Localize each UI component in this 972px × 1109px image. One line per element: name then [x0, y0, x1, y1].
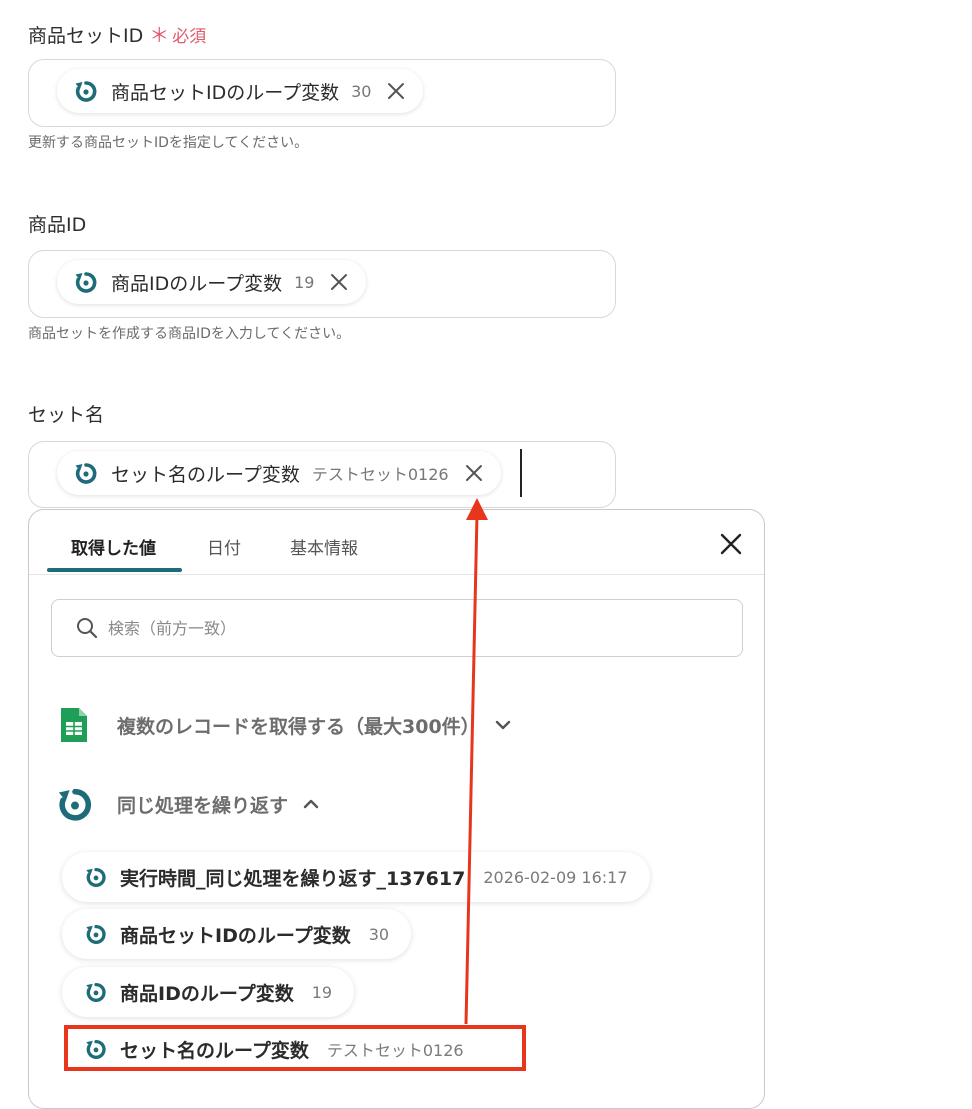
group-get-records[interactable]: 複数のレコードを取得する（最大300件）	[59, 706, 512, 744]
loop-icon	[73, 78, 99, 104]
item-value: 2026-02-09 16:17	[483, 867, 628, 887]
set-id-input[interactable]: 商品セットIDのループ変数 30	[28, 59, 616, 127]
panel-tabs: 取得した値 日付 基本情報	[29, 510, 764, 575]
chip-value: 30	[351, 81, 372, 101]
remove-chip-icon[interactable]	[328, 271, 350, 293]
loop-icon	[73, 460, 99, 486]
item-name: 商品IDのループ変数	[120, 982, 294, 1005]
loop-icon	[73, 269, 99, 295]
chip-name: 商品セットIDのループ変数	[111, 81, 340, 104]
item-name: 実行時間_同じ処理を繰り返す_137617	[120, 867, 466, 890]
item-value: 30	[368, 924, 390, 944]
product-id-input[interactable]: 商品IDのループ変数 19	[28, 250, 616, 318]
loop-icon	[84, 865, 108, 889]
list-item[interactable]: 商品セットIDのループ変数 30	[62, 909, 412, 959]
remove-chip-icon[interactable]	[385, 80, 407, 102]
chip-value: テストセット0126	[311, 465, 449, 484]
list-item[interactable]: 実行時間_同じ処理を繰り返す_137617 2026-02-09 16:17	[62, 852, 650, 902]
chip-name: セット名のループ変数	[111, 463, 300, 486]
search-input[interactable]	[106, 617, 710, 639]
spreadsheet-icon	[59, 706, 89, 744]
remove-chip-icon[interactable]	[463, 462, 485, 484]
required-asterisk: ＊	[149, 23, 170, 47]
group-label: 複数のレコードを取得する（最大300件）	[117, 715, 480, 738]
required-text: 必須	[172, 27, 207, 47]
product-id-help: 商品セットを作成する商品IDを入力してください。	[28, 326, 351, 342]
text-caret	[520, 449, 522, 497]
set-name-chip[interactable]: セット名のループ変数 テストセット0126	[57, 451, 501, 495]
tab-basic-info[interactable]: 基本情報	[290, 534, 358, 559]
tab-acquired-values[interactable]: 取得した値	[71, 534, 156, 559]
chevron-up-icon[interactable]	[302, 795, 320, 813]
chip-value: 19	[294, 272, 315, 292]
set-name-label: セット名	[28, 404, 105, 426]
search-box[interactable]	[51, 599, 743, 657]
item-value: 19	[311, 982, 333, 1002]
close-icon[interactable]	[719, 532, 743, 556]
loop-icon	[55, 784, 95, 824]
set-name-input[interactable]: セット名のループ変数 テストセット0126	[28, 441, 616, 508]
product-id-chip[interactable]: 商品IDのループ変数 19	[57, 260, 367, 304]
loop-icon	[84, 922, 108, 946]
set-id-label: 商品セットID ＊必須	[28, 19, 206, 48]
search-icon	[76, 617, 98, 639]
list-item[interactable]: 商品IDのループ変数 19	[62, 967, 355, 1017]
set-id-help: 更新する商品セットIDを指定してください。	[28, 135, 309, 151]
group-label: 同じ処理を繰り返す	[117, 794, 289, 817]
value-picker-panel: 取得した値 日付 基本情報 複数のレコードを取得する（最大300件） 同じ処理を…	[28, 509, 765, 1109]
annotation-highlight-box	[64, 1025, 526, 1071]
tab-date[interactable]: 日付	[207, 534, 241, 559]
set-id-label-text: 商品セットID	[28, 25, 144, 47]
active-tab-indicator	[47, 568, 182, 572]
loop-icon	[84, 980, 108, 1004]
chevron-down-icon[interactable]	[494, 716, 512, 734]
group-loop[interactable]: 同じ処理を繰り返す	[55, 784, 320, 824]
chip-name: 商品IDのループ変数	[111, 272, 283, 295]
item-name: 商品セットIDのループ変数	[120, 924, 351, 947]
product-id-label: 商品ID	[28, 214, 87, 236]
set-id-chip[interactable]: 商品セットIDのループ変数 30	[57, 69, 424, 113]
